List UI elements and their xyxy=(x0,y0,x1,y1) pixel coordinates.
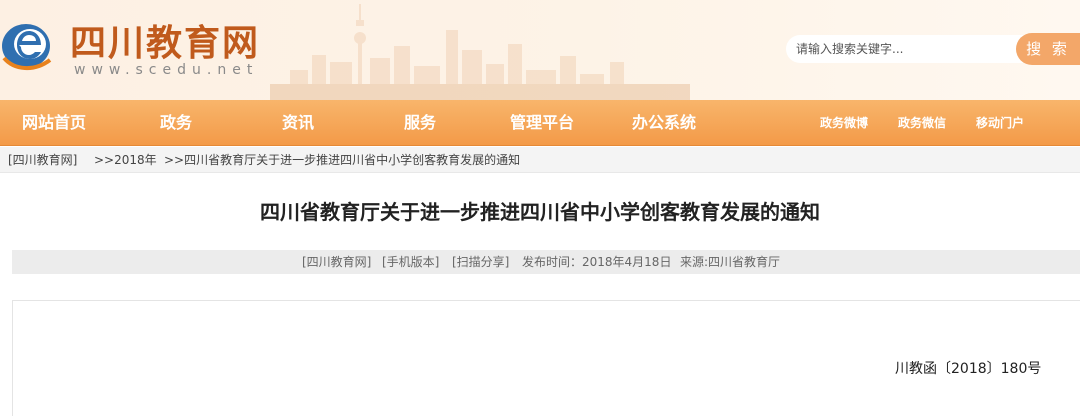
nav-services[interactable]: 服务 xyxy=(404,100,436,146)
site-url: www.scedu.net xyxy=(74,62,259,78)
document-number: 川教函〔2018〕180号 xyxy=(895,361,1042,377)
breadcrumb-year[interactable]: >>2018年 xyxy=(94,147,157,173)
meta-source: 来源:四川省教育厅 xyxy=(680,255,781,269)
nav-mobile-portal[interactable]: 移动门户 xyxy=(976,100,1024,146)
site-title[interactable]: 四川教育网 xyxy=(70,14,260,66)
search-input[interactable] xyxy=(786,35,1026,63)
breadcrumb-current[interactable]: >>四川省教育厅关于进一步推进四川省中小学创客教育发展的通知 xyxy=(164,147,520,173)
nav-management-platform[interactable]: 管理平台 xyxy=(510,100,574,146)
breadcrumb-home[interactable]: [四川教育网] xyxy=(8,147,77,173)
meta-site-link[interactable]: [四川教育网] xyxy=(302,250,371,274)
nav-news[interactable]: 资讯 xyxy=(282,100,314,146)
site-header: 四川教育网 www.scedu.net 搜 索 xyxy=(0,0,1080,100)
main-nav: 网站首页 政务 资讯 服务 管理平台 办公系统 政务微博 政务微信 移动门户 xyxy=(0,100,1080,146)
nav-gov-wechat[interactable]: 政务微信 xyxy=(898,100,946,146)
article-title: 四川省教育厅关于进一步推进四川省中小学创客教育发展的通知 xyxy=(260,200,820,224)
breadcrumb: [四川教育网] >>2018年 >>四川省教育厅关于进一步推进四川省中小学创客教… xyxy=(0,147,1080,173)
nav-gov-weibo[interactable]: 政务微博 xyxy=(820,100,868,146)
meta-scan-share-link[interactable]: [扫描分享] xyxy=(452,250,509,274)
search-button[interactable]: 搜 索 xyxy=(1016,33,1080,65)
article-meta-bar: [四川教育网] [手机版本] [扫描分享] 发布时间：2018年4月18日 来源… xyxy=(12,250,1080,274)
nav-office-system[interactable]: 办公系统 xyxy=(632,100,696,146)
e-logo-icon xyxy=(2,24,52,70)
search-box xyxy=(786,35,1026,63)
city-skyline-decoration xyxy=(270,4,690,100)
nav-home[interactable]: 网站首页 xyxy=(22,100,86,146)
meta-publish-date: 发布时间：2018年4月18日 xyxy=(522,255,672,269)
nav-government-affairs[interactable]: 政务 xyxy=(160,100,192,146)
meta-mobile-version-link[interactable]: [手机版本] xyxy=(382,250,439,274)
